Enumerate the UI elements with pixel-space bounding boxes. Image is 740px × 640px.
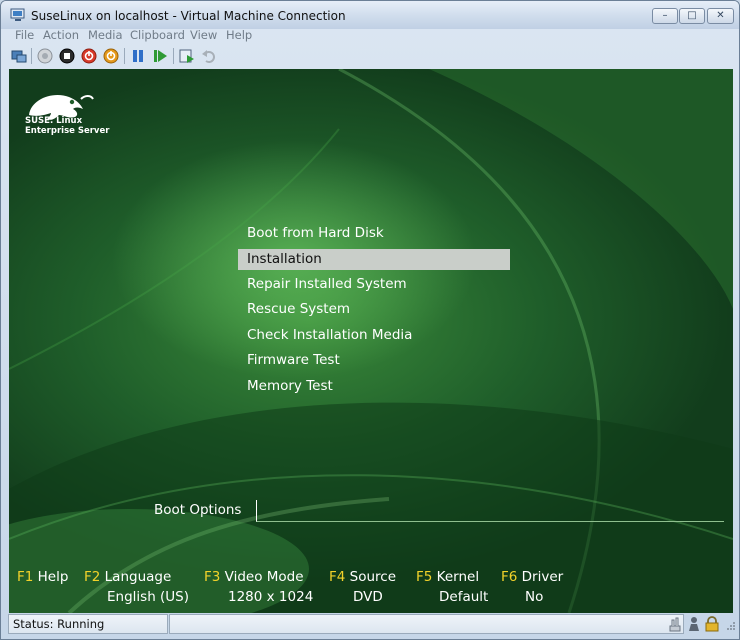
lock-icon — [705, 616, 719, 632]
fkey-key: F4 — [329, 569, 346, 585]
resize-grip-icon[interactable] — [722, 616, 738, 632]
toolbar-separator — [31, 48, 32, 64]
fkey-label: Source — [349, 569, 397, 585]
boot-item-boot-from-hard-disk[interactable]: Boot from Hard Disk — [238, 223, 510, 244]
boot-item-check-installation-media[interactable]: Check Installation Media — [238, 325, 510, 346]
menu-help[interactable]: Help — [226, 28, 252, 42]
window-title: SuseLinux on localhost - Virtual Machine… — [31, 9, 346, 23]
fkey-kernel[interactable]: F5 Kernel — [416, 569, 479, 585]
boot-item-installation[interactable]: Installation — [238, 249, 510, 270]
fkey-source[interactable]: F4 Source — [329, 569, 396, 585]
fkey-video-mode[interactable]: F3 Video Mode — [204, 569, 304, 585]
vm-connection-icon — [10, 8, 25, 21]
fkey-value-video-mode: 1280 x 1024 — [228, 589, 314, 605]
fkey-label: Help — [37, 569, 69, 585]
logo-text-line1: SUSE. Linux — [25, 116, 83, 126]
fkey-label: Language — [104, 569, 172, 585]
snapshot-icon[interactable] — [178, 47, 196, 65]
menu-media[interactable]: Media — [88, 28, 123, 42]
fkey-label: Kernel — [436, 569, 480, 585]
fkey-key: F6 — [501, 569, 518, 585]
toolbar-separator — [124, 48, 125, 64]
boot-item-memory-test[interactable]: Memory Test — [238, 376, 510, 397]
fkey-value-source: DVD — [353, 589, 383, 605]
maximize-button[interactable]: □ — [679, 8, 705, 24]
fkey-driver[interactable]: F6 Driver — [501, 569, 563, 585]
toolbar — [5, 45, 737, 69]
menu-action[interactable]: Action — [43, 28, 79, 42]
fkey-key: F3 — [204, 569, 221, 585]
status-bar: Status: Running — [5, 614, 737, 636]
save-state-icon[interactable] — [102, 47, 120, 65]
fkey-key: F5 — [416, 569, 433, 585]
fkey-help[interactable]: F1 Help — [17, 569, 68, 585]
fkey-key: F1 — [17, 569, 34, 585]
fkey-language[interactable]: F2 Language — [84, 569, 171, 585]
close-button[interactable]: ✕ — [707, 8, 734, 24]
vm-screen[interactable]: SUSE. Linux Enterprise Server Boot from … — [9, 69, 733, 613]
fkey-value-kernel: Default — [439, 589, 489, 605]
fkey-key: F2 — [84, 569, 101, 585]
title-bar[interactable]: SuseLinux on localhost - Virtual Machine… — [1, 1, 739, 29]
boot-item-rescue-system[interactable]: Rescue System — [238, 299, 510, 320]
menu-view[interactable]: View — [190, 28, 217, 42]
fkey-label: Video Mode — [224, 569, 304, 585]
revert-icon[interactable] — [200, 47, 218, 65]
status-bar-panel — [169, 614, 684, 634]
resume-icon[interactable] — [151, 47, 169, 65]
minimize-button[interactable]: – — [652, 8, 678, 24]
pause-icon[interactable] — [129, 47, 147, 65]
boot-item-repair-installed-system[interactable]: Repair Installed System — [238, 274, 510, 295]
fkey-value-driver: No — [525, 589, 544, 605]
logo-text-line2: Enterprise Server — [25, 126, 110, 136]
mouse-release-icon — [669, 617, 681, 632]
vm-connection-window: SuseLinux on localhost - Virtual Machine… — [0, 0, 740, 640]
shut-down-icon[interactable] — [80, 47, 98, 65]
toolbar-separator — [173, 48, 174, 64]
fkey-value-language: English (US) — [107, 589, 190, 605]
turn-off-icon[interactable] — [58, 47, 76, 65]
menu-bar: File Action Media Clipboard View Help — [5, 28, 737, 43]
boot-options-label: Boot Options — [154, 502, 242, 518]
menu-file[interactable]: File — [15, 28, 34, 42]
fkey-label: Driver — [521, 569, 564, 585]
menu-clipboard[interactable]: Clipboard — [130, 28, 185, 42]
user-icon — [689, 617, 699, 631]
status-text: Status: Running — [8, 614, 168, 634]
boot-options-input[interactable] — [256, 500, 724, 522]
boot-item-firmware-test[interactable]: Firmware Test — [238, 350, 510, 371]
ctrl-alt-del-icon[interactable] — [10, 47, 28, 65]
start-icon[interactable] — [36, 47, 54, 65]
